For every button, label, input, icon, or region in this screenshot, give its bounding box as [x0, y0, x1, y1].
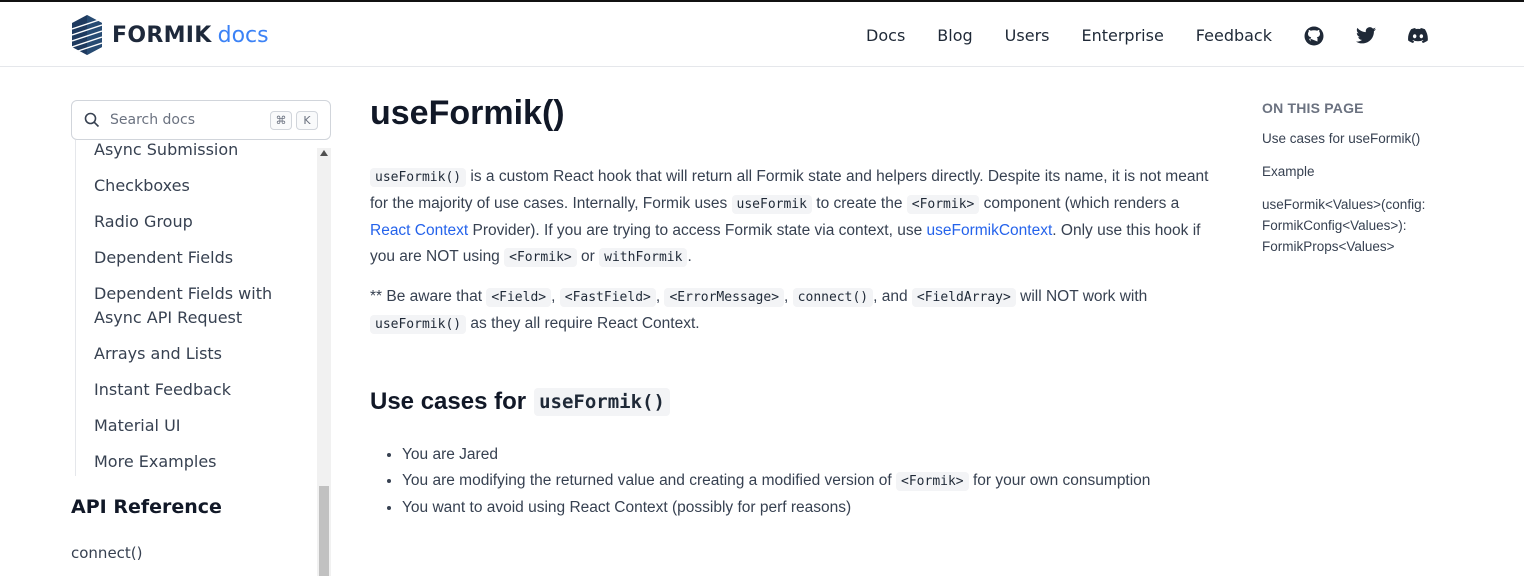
github-icon[interactable]: [1304, 26, 1324, 46]
formik-logo-icon: [72, 15, 102, 55]
page-title: useFormik(): [370, 94, 565, 132]
sidebar-item-async-submission[interactable]: Async Submission: [94, 140, 309, 162]
heading-code: useFormik(): [534, 388, 670, 416]
text: to create the: [811, 195, 907, 212]
on-this-page-toc: ON THIS PAGE Use cases for useFormik() E…: [1262, 100, 1462, 254]
inline-code: <Field>: [486, 288, 552, 307]
inline-code: <FieldArray>: [911, 288, 1016, 307]
list-item: You are modifying the returned value and…: [402, 468, 1150, 495]
nav-link-users[interactable]: Users: [1005, 26, 1050, 45]
text: Provider). If you are trying to access F…: [468, 222, 927, 239]
text: component (which renders a: [979, 195, 1180, 212]
logo-docs-label: docs: [217, 22, 269, 48]
inline-code: <Formik>: [896, 472, 969, 491]
nav-link-enterprise[interactable]: Enterprise: [1081, 26, 1163, 45]
toc-title: ON THIS PAGE: [1262, 100, 1364, 116]
text: ,: [784, 288, 793, 305]
sidebar-item-dependent-fields-async[interactable]: Dependent Fields with Async API Request: [94, 282, 309, 330]
text: You are modifying the returned value and…: [402, 472, 897, 489]
scroll-up-arrow-icon[interactable]: [320, 150, 328, 156]
use-formik-context-link[interactable]: useFormikContext: [927, 222, 1053, 239]
search-placeholder: Search docs: [110, 112, 195, 128]
shortcut-key-k: K: [296, 111, 318, 130]
inline-code: <Formik>: [504, 248, 577, 267]
sidebar-item-material-ui[interactable]: Material UI: [94, 414, 309, 438]
text: ,: [551, 288, 560, 305]
twitter-icon[interactable]: [1356, 26, 1376, 46]
inline-code: useFormik(): [370, 168, 467, 187]
list-item: You want to avoid using React Context (p…: [402, 495, 1150, 521]
list-item: You are Jared: [402, 442, 1150, 468]
text: You are Jared: [402, 446, 498, 463]
text: will NOT work with: [1015, 288, 1148, 305]
sidebar-item-more-examples[interactable]: More Examples: [94, 450, 309, 474]
sidebar: Async Submission Checkboxes Radio Group …: [71, 140, 331, 576]
formik-logo[interactable]: FORMIK docs: [72, 14, 269, 56]
sidebar-item-arrays-and-lists[interactable]: Arrays and Lists: [94, 342, 309, 366]
inline-code: <ErrorMessage>: [664, 288, 785, 307]
discord-icon[interactable]: [1408, 26, 1428, 46]
text: ** Be aware that: [370, 288, 487, 305]
shortcut-key-cmd: ⌘: [270, 111, 292, 130]
nav-link-feedback[interactable]: Feedback: [1196, 26, 1272, 45]
text: as they all require React Context.: [466, 315, 700, 332]
main-nav: Docs Blog Users Enterprise Feedback: [834, 2, 1428, 69]
heading-text: Use cases for: [370, 388, 527, 415]
toc-item-example[interactable]: Example: [1262, 161, 1462, 182]
sidebar-item-checkboxes[interactable]: Checkboxes: [94, 174, 309, 198]
inline-code: <FastField>: [559, 288, 656, 307]
use-cases-list: You are Jared You are modifying the retu…: [402, 442, 1150, 521]
sidebar-section-api-reference: API Reference: [71, 496, 222, 518]
sidebar-item-connect[interactable]: connect(): [71, 544, 143, 562]
sidebar-guide-list: Async Submission Checkboxes Radio Group …: [75, 140, 313, 476]
toc-item-signature[interactable]: useFormik<Values>(config: FormikConfig<V…: [1262, 194, 1462, 257]
search-docs-box[interactable]: Search docs ⌘ K: [71, 100, 331, 140]
toc-item-use-cases[interactable]: Use cases for useFormik(): [1262, 128, 1462, 149]
text: for your own consumption: [968, 472, 1151, 489]
react-context-link[interactable]: React Context: [370, 222, 468, 239]
logo-wordmark: FORMIK: [112, 22, 212, 48]
warning-paragraph: ** Be aware that <Field>, <FastField>, <…: [370, 284, 1210, 338]
text: , and: [873, 288, 912, 305]
inline-code: <Formik>: [906, 195, 980, 214]
inline-code: connect(): [792, 288, 874, 307]
nav-link-docs[interactable]: Docs: [866, 26, 905, 45]
inline-code: useFormik(): [370, 315, 467, 334]
text: You want to avoid using React Context (p…: [402, 499, 852, 516]
sidebar-item-instant-feedback[interactable]: Instant Feedback: [94, 378, 309, 402]
nav-link-blog[interactable]: Blog: [937, 26, 972, 45]
sidebar-item-radio-group[interactable]: Radio Group: [94, 210, 309, 234]
search-icon: [84, 112, 100, 128]
top-navigation-bar: FORMIK docs Docs Blog Users Enterprise F…: [0, 0, 1524, 67]
text: .: [687, 248, 692, 265]
sidebar-scrollbar-thumb[interactable]: [319, 486, 329, 576]
section-heading-use-cases: Use cases for useFormik(): [370, 388, 670, 416]
sidebar-item-dependent-fields[interactable]: Dependent Fields: [94, 246, 309, 270]
text: or: [576, 248, 600, 265]
inline-code: withFormik: [599, 248, 688, 267]
intro-paragraph: useFormik() is a custom React hook that …: [370, 164, 1210, 271]
inline-code: useFormik: [731, 195, 812, 214]
